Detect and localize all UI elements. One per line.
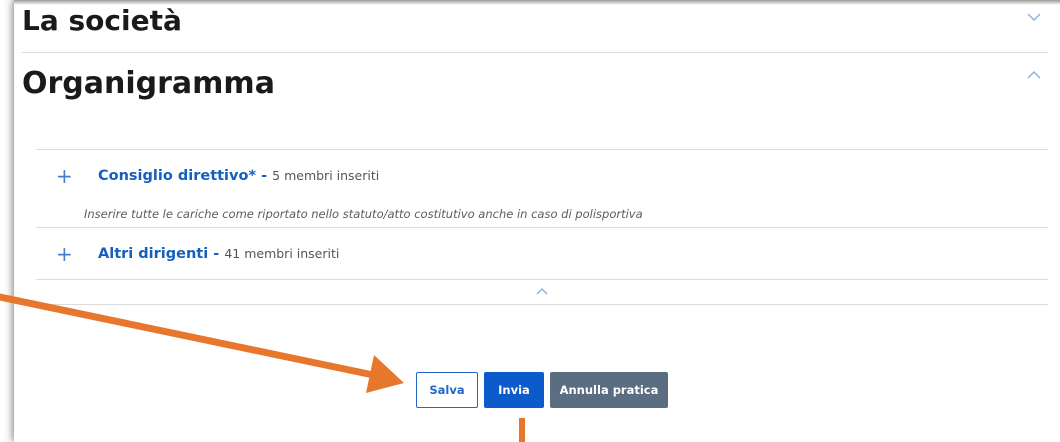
annotation-arrow-stub	[519, 418, 525, 442]
annotation-overlay	[0, 293, 525, 442]
annotation-arrowhead	[366, 355, 404, 393]
annotation-arrow-line	[0, 293, 382, 380]
